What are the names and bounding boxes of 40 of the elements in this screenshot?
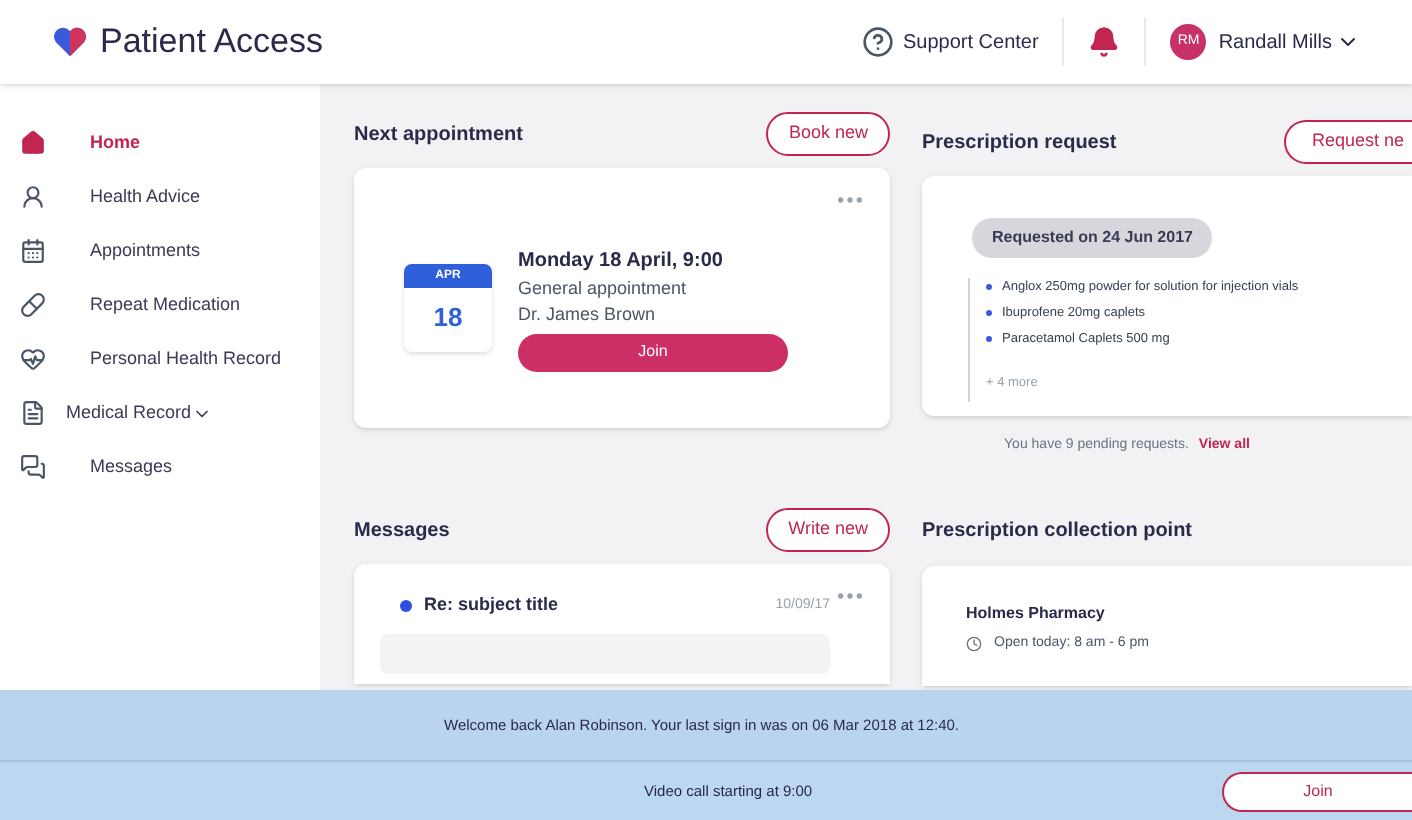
write-new-button[interactable]: Write new bbox=[766, 508, 890, 552]
user-name[interactable]: Randall Mills bbox=[1218, 27, 1332, 57]
doctor-name: Dr. James Brown bbox=[518, 302, 658, 328]
heart-pulse-icon bbox=[20, 346, 46, 372]
join-button[interactable]: Join bbox=[518, 333, 788, 371]
notification-bell[interactable] bbox=[1088, 26, 1121, 58]
calendar-icon bbox=[20, 238, 46, 264]
appointment-time: Monday 18 April, 9:00 bbox=[518, 247, 725, 275]
video-join-button[interactable]: Join bbox=[1222, 771, 1412, 811]
sidebar-item[interactable]: Appointments bbox=[90, 237, 201, 265]
sidebar-item[interactable]: Repeat Medication bbox=[90, 291, 241, 319]
home-icon bbox=[20, 130, 46, 156]
sidebar-item[interactable]: Medical Record bbox=[66, 399, 192, 427]
request-date-pill: Requested on 24 Jun 2017 bbox=[972, 218, 1213, 258]
bullet-icon bbox=[986, 284, 992, 291]
person-icon bbox=[20, 184, 46, 210]
section-title: Next appointment bbox=[354, 121, 523, 149]
pill-icon bbox=[20, 292, 46, 318]
sidebar-item[interactable]: Messages bbox=[90, 453, 173, 481]
calendar-day: 18 bbox=[404, 288, 492, 348]
bullet-icon bbox=[986, 335, 992, 342]
sidebar-item[interactable]: Home bbox=[90, 129, 141, 157]
section-title: Messages bbox=[354, 517, 450, 545]
appointment-type: General appointment bbox=[518, 275, 689, 302]
help-icon[interactable] bbox=[862, 26, 895, 58]
book-new-button[interactable]: Book new bbox=[766, 112, 890, 156]
section-title: Prescription request bbox=[922, 129, 1117, 157]
section-title: Prescription collection point bbox=[922, 518, 1193, 546]
bullet-icon bbox=[986, 310, 992, 317]
heart-logo-icon bbox=[52, 26, 88, 58]
chat-bubbles-icon bbox=[20, 454, 46, 480]
sidebar-item[interactable]: Personal Health Record bbox=[90, 345, 282, 373]
sidebar-item[interactable]: Health Advice bbox=[90, 183, 201, 211]
clock-icon bbox=[966, 635, 982, 652]
support-link[interactable]: Support Center bbox=[902, 27, 1039, 57]
message-subject[interactable]: Re: subject title bbox=[424, 592, 559, 619]
document-icon bbox=[20, 400, 46, 426]
pharmacy-name: Holmes Pharmacy bbox=[966, 601, 1107, 625]
brand-name[interactable]: Patient Access bbox=[100, 16, 324, 68]
request-new-button[interactable]: Request ne bbox=[1283, 120, 1412, 164]
